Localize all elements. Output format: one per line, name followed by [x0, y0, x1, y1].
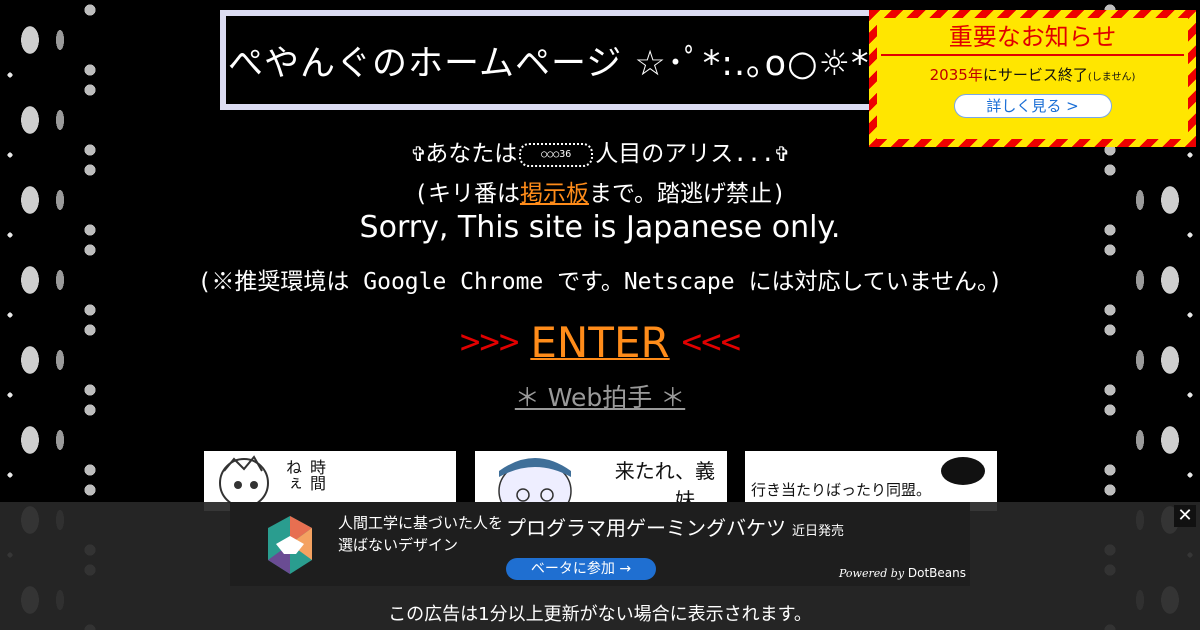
- site-title: ぺやんぐのホームページ ☆･ﾟ*:.｡o○☼*ﾟ*: [228, 43, 900, 84]
- bucket-logo-icon: [268, 516, 312, 574]
- ad-tagline: 人間工学に基づいた人を選ばないデザイン: [338, 514, 504, 554]
- web-clap-link[interactable]: ＊ Web拍手 ＊: [515, 383, 685, 412]
- visitor-counter: ○○○36: [519, 142, 594, 167]
- bbs-link[interactable]: 掲示板: [520, 181, 589, 207]
- arrows-left: >>>: [459, 322, 519, 362]
- counter-prefix: ✞あなたは: [411, 141, 518, 167]
- notice-title: 重要なお知らせ: [881, 20, 1184, 56]
- notice-service-text: にサービス終了: [982, 66, 1088, 84]
- kiriban-line: (キリ番は掲示板まで。踏逃げ禁止): [0, 174, 1200, 208]
- arrows-right: <<<: [681, 322, 741, 362]
- kiri-suffix: まで。踏逃げ禁止): [588, 181, 786, 207]
- notice-details-button[interactable]: 詳しく見る >: [953, 94, 1112, 118]
- ad-release-soon: 近日発売: [792, 524, 845, 539]
- powered-brand: DotBeans: [907, 566, 966, 580]
- site-title-box: ぺやんぐのホームページ ☆･ﾟ*:.｡o○☼*ﾟ*: [220, 10, 900, 110]
- ad-overlay: ✕ 人間工学に基づいた人を選ばないデザイン プログラマ用ゲーミングバケツ 近日発売…: [0, 502, 1200, 630]
- join-beta-button[interactable]: ベータに参加 →: [506, 558, 656, 580]
- ad-powered-by: Powered by DotBeans: [839, 566, 966, 580]
- important-notice: 重要なお知らせ 2035年にサービス終了(しません) 詳しく見る >: [869, 10, 1196, 147]
- notice-text: 2035年にサービス終了(しません): [877, 64, 1188, 85]
- ad-banner[interactable]: 人間工学に基づいた人を選ばないデザイン プログラマ用ゲーミングバケツ 近日発売 ベ…: [230, 502, 970, 586]
- enter-line: >>> ENTER <<<: [0, 318, 1200, 367]
- counter-suffix: 人目のアリス...✞: [595, 141, 789, 167]
- web-clap-line: ＊ Web拍手 ＊: [0, 378, 1200, 414]
- notice-year: 2035年: [929, 66, 983, 84]
- kiri-prefix: (キリ番は: [414, 181, 520, 207]
- enter-link[interactable]: ENTER: [530, 318, 669, 367]
- notice-small-text: (しません): [1087, 72, 1136, 83]
- ad-footer-notice: この広告は1分以上更新がない場合に表示されます。: [388, 604, 812, 625]
- page: ぺやんぐのホームページ ☆･ﾟ*:.｡o○☼*ﾟ* 重要なお知らせ 2035年に…: [0, 0, 1200, 630]
- ad-headline-text: プログラマ用ゲーミングバケツ: [506, 516, 786, 540]
- recommended-environment: (※推奨環境は Google Chrome です。Netscape には対応して…: [197, 269, 1003, 295]
- ad-headline: プログラマ用ゲーミングバケツ 近日発売: [506, 512, 844, 541]
- notice-panel: 重要なお知らせ 2035年にサービス終了(しません) 詳しく見る >: [877, 18, 1188, 139]
- powered-prefix: Powered by: [838, 567, 905, 580]
- close-icon[interactable]: ✕: [1174, 505, 1196, 527]
- japanese-only-notice: Sorry, This site is Japanese only.: [359, 210, 841, 245]
